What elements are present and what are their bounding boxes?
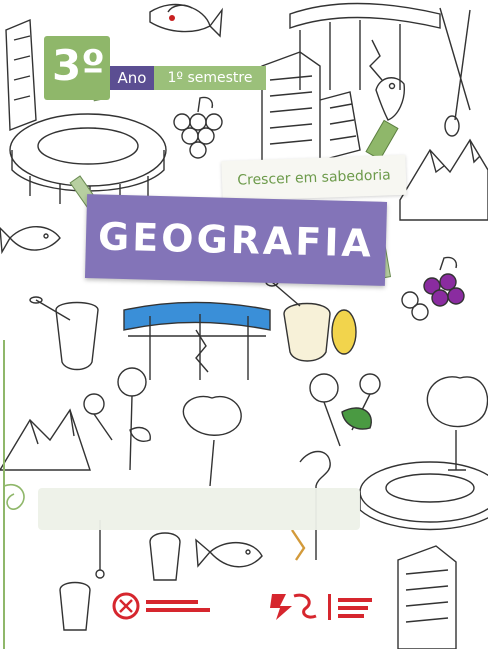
bridge-illustration xyxy=(289,2,441,29)
ano-label: Ano xyxy=(110,66,154,90)
grapes-icon xyxy=(401,256,465,321)
collection-tagline: Crescer em sabedoria xyxy=(221,154,407,202)
publisher-logos xyxy=(112,592,372,620)
tagline-text: Crescer em sabedoria xyxy=(237,167,391,189)
name-tag xyxy=(38,488,360,530)
clothespin-icon xyxy=(365,119,399,161)
subject-banner: GEOGRAFIA xyxy=(84,194,388,286)
grapes-icon xyxy=(173,96,223,159)
cuia-icon xyxy=(29,296,99,371)
bridge-illustration xyxy=(123,301,271,380)
subject-title: GEOGRAFIA xyxy=(97,214,375,266)
mountains-illustration xyxy=(399,138,488,221)
school-logo-icon xyxy=(270,593,372,620)
semester-label: 1º semestre xyxy=(154,66,266,90)
grade-number: 3º xyxy=(52,41,105,90)
building-illustration xyxy=(5,18,37,132)
skyscraper-illustration xyxy=(261,51,361,171)
publisher-logo-icon xyxy=(112,592,210,620)
cotton-plant-illustration xyxy=(83,367,381,471)
stadium-illustration xyxy=(359,461,488,531)
fish-icon xyxy=(149,3,223,38)
tree-illustration xyxy=(426,376,488,471)
cuia-icon xyxy=(265,277,357,362)
